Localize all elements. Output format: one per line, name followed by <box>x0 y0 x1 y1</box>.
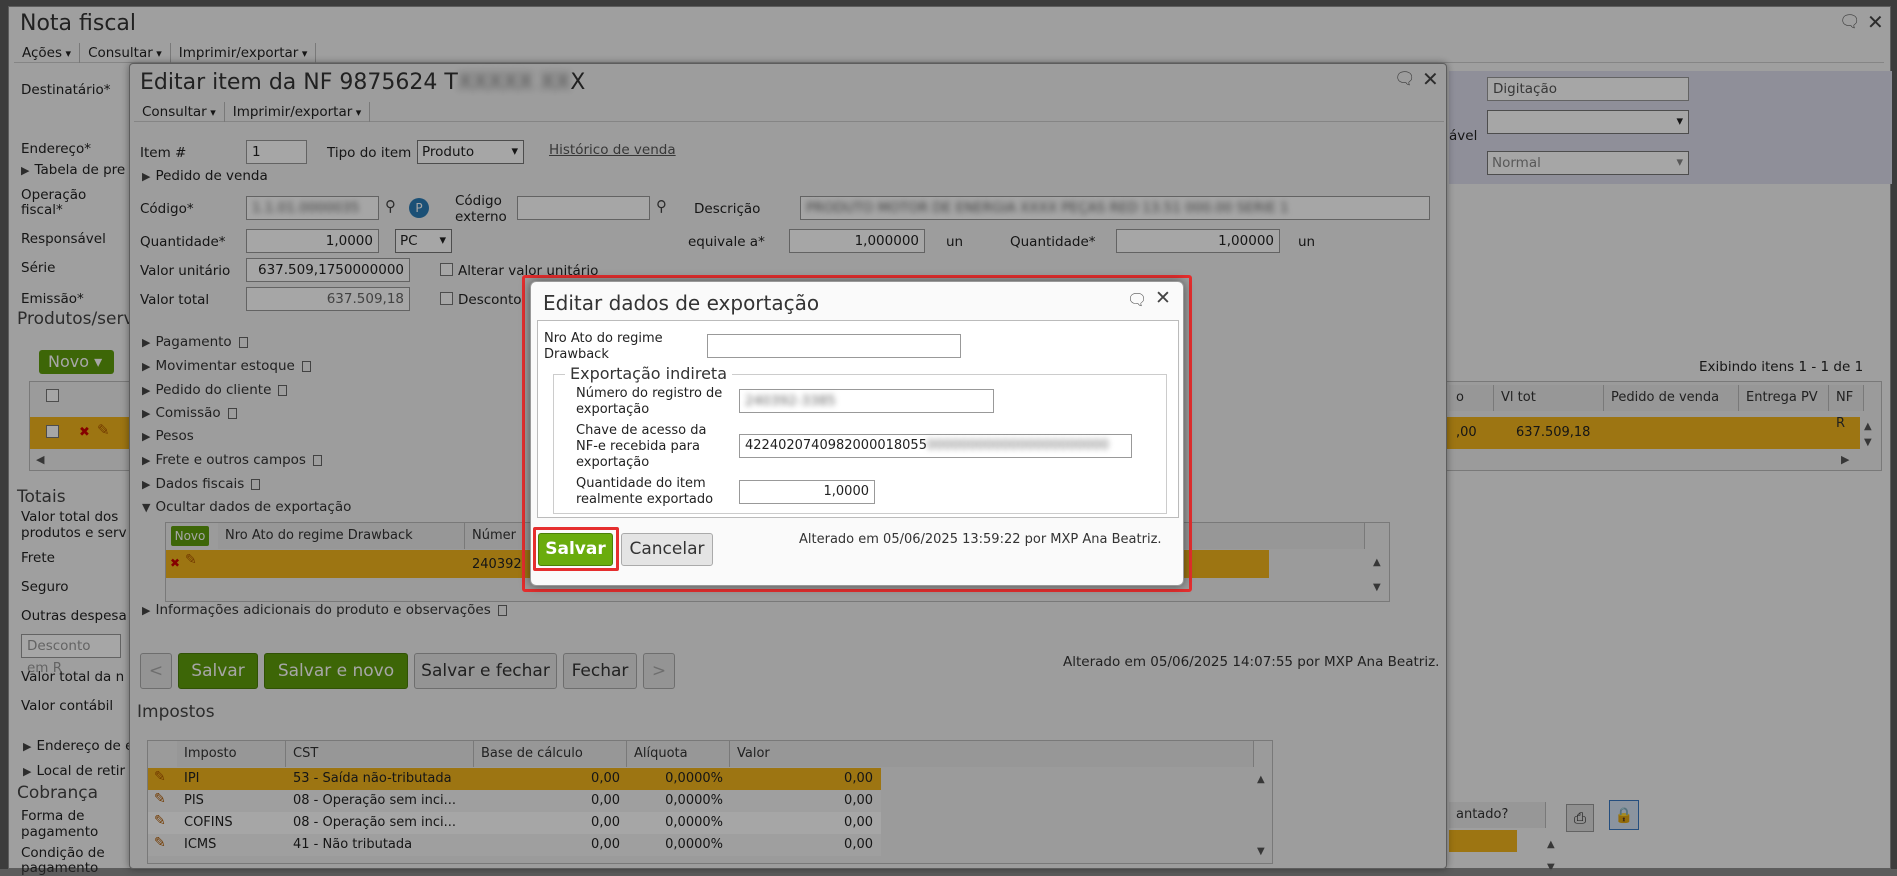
chave-label-1: Chave de acesso da <box>576 423 707 438</box>
exportacao-indireta-legend: Exportação indireta <box>565 364 732 383</box>
export-alterado-text: Alterado em 05/06/2025 13:59:22 por MXP … <box>799 532 1162 547</box>
nro-ato-input[interactable] <box>707 334 961 358</box>
registro-label-2: exportação <box>576 402 650 417</box>
export-dialog: Editar dados de exportação 🗨 ✕ Nro Ato d… <box>530 281 1184 586</box>
export-comment-icon[interactable]: 🗨 <box>1127 290 1147 309</box>
chave-label-2: NF-e recebida para <box>576 439 700 454</box>
registro-input[interactable]: 240392-3385 <box>739 389 994 413</box>
quantidade-item-label-1: Quantidade do item <box>576 476 706 491</box>
nro-ato-label-1: Nro Ato do regime <box>544 331 663 346</box>
chave-label-3: exportação <box>576 455 650 470</box>
registro-label-1: Número do registro de <box>576 386 723 401</box>
quantidade-item-input[interactable]: 1,0000 <box>739 480 875 504</box>
export-salvar-button[interactable]: Salvar <box>538 533 613 566</box>
export-dialog-title: Editar dados de exportação <box>543 291 820 315</box>
export-cancelar-button[interactable]: Cancelar <box>621 533 713 566</box>
chave-input[interactable]: 4224020740982000018055000000000000000000… <box>739 434 1132 458</box>
quantidade-item-label-2: realmente exportado <box>576 492 714 507</box>
nro-ato-label-2: Drawback <box>544 347 609 362</box>
export-close-icon[interactable]: ✕ <box>1155 287 1171 309</box>
